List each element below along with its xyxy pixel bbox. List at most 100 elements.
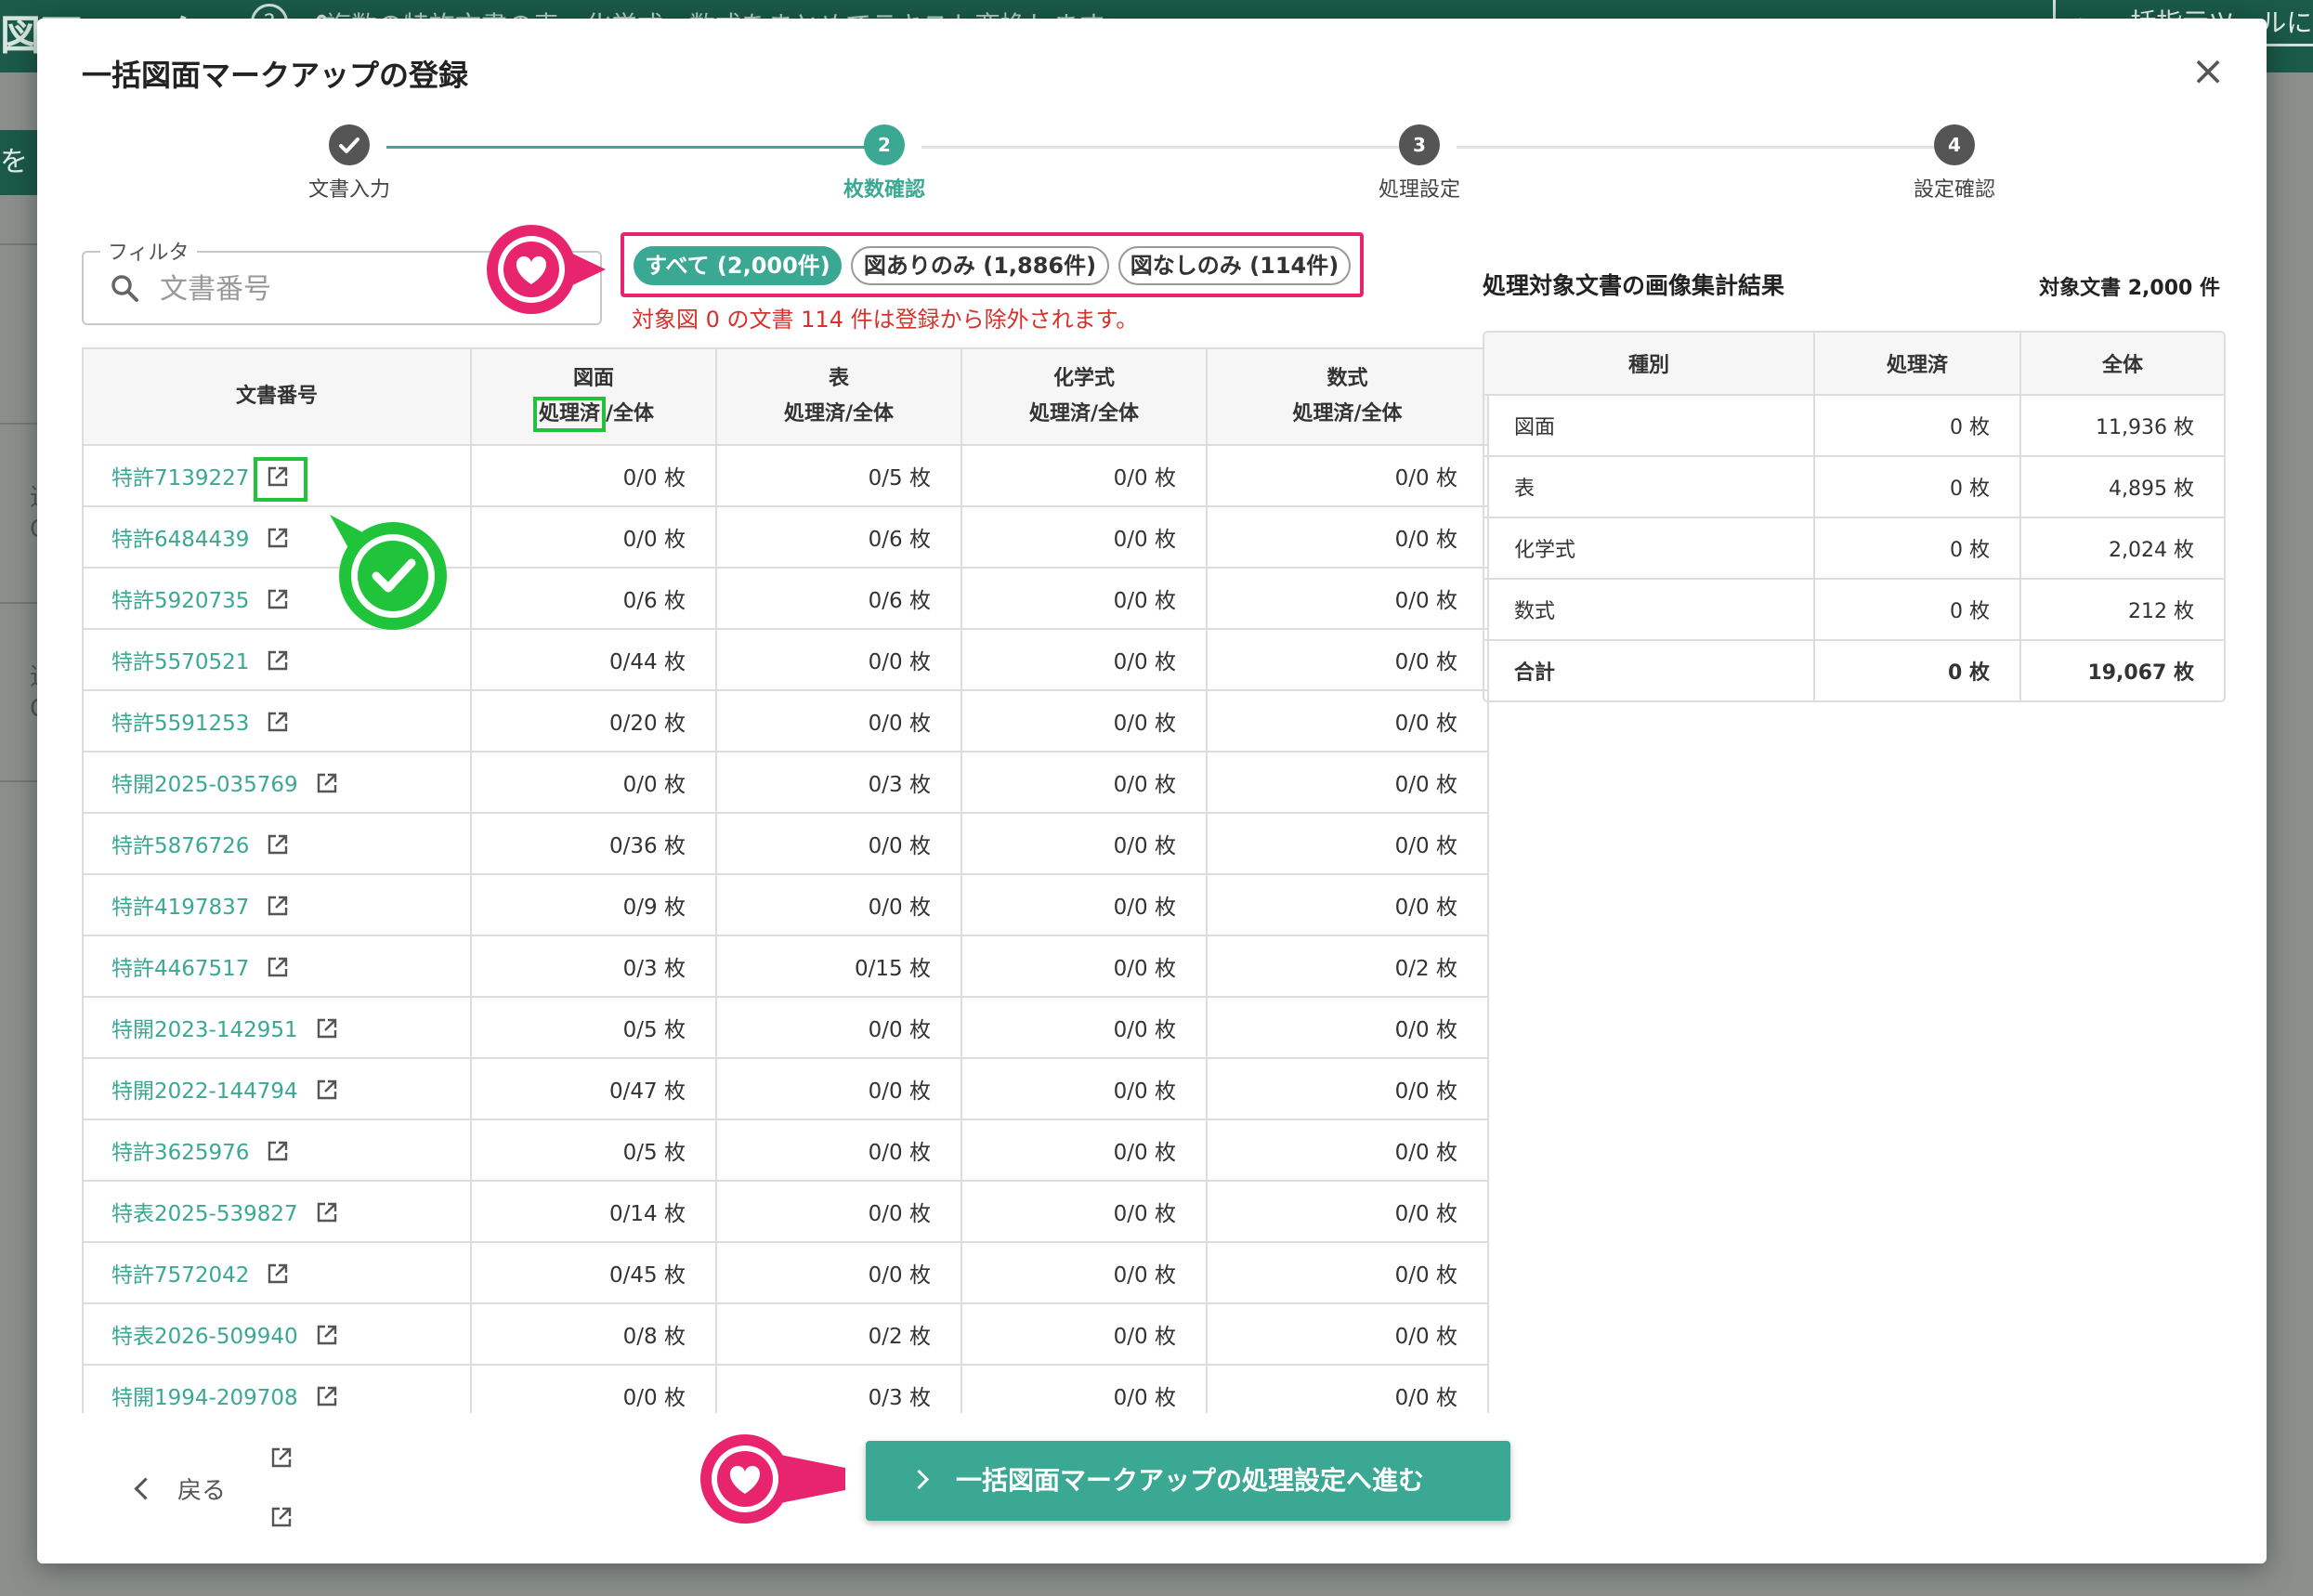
summary-total: 212 枚 xyxy=(2020,579,2224,641)
external-link-icon[interactable] xyxy=(266,955,290,979)
external-link-icon[interactable] xyxy=(266,587,290,611)
document-link[interactable]: 特許3625976 xyxy=(111,1141,249,1165)
external-link-icon[interactable] xyxy=(315,1016,339,1040)
figure-count: 0/14 枚 xyxy=(471,1181,717,1243)
summary-row: 化学式 0 枚 2,024 枚 xyxy=(1484,517,2224,580)
external-link-highlight xyxy=(254,457,307,502)
external-link-icon[interactable] xyxy=(266,832,290,857)
column-header-label: 化学式 xyxy=(1052,367,1115,390)
document-link[interactable]: 特許4197837 xyxy=(111,896,249,920)
table-row: 特表2025-539827 0/14 枚 0/0 枚 0/0 枚 0/0 枚 xyxy=(84,1181,1487,1243)
chevron-right-icon xyxy=(908,1469,930,1490)
figure-count: 0/5 枚 xyxy=(471,1119,717,1182)
table-row: 特許7572042 0/45 枚 0/0 枚 0/0 枚 0/0 枚 xyxy=(84,1242,1487,1304)
document-link[interactable]: 特開2023-142951 xyxy=(111,1018,298,1042)
document-link[interactable]: 特許5920735 xyxy=(111,589,249,613)
external-link-icon[interactable] xyxy=(315,1078,339,1102)
document-link[interactable]: 特許6484439 xyxy=(111,528,249,552)
document-link[interactable]: 特許5876726 xyxy=(111,834,249,858)
step-document-input: 文書入力 xyxy=(238,124,461,203)
document-link[interactable]: 特表2026-509940 xyxy=(111,1325,298,1349)
document-link[interactable]: 特表2025-539827 xyxy=(111,1202,298,1226)
external-link-icon[interactable] xyxy=(266,1262,290,1286)
back-button[interactable]: 戻る xyxy=(134,1468,226,1514)
table-count: 0/0 枚 xyxy=(716,997,962,1059)
summary-total: 11,936 枚 xyxy=(2020,395,2224,457)
document-link[interactable]: 特許7572042 xyxy=(111,1263,249,1288)
step-number: 3 xyxy=(1399,124,1440,165)
document-link[interactable]: 特開1994-209708 xyxy=(111,1386,298,1410)
figure-count: 0/0 枚 xyxy=(471,445,717,507)
math-count: 0/0 枚 xyxy=(1207,690,1487,752)
table-row: 特開1994-209708 0/0 枚 0/3 枚 0/0 枚 0/0 枚 xyxy=(84,1365,1487,1413)
table-count: 0/6 枚 xyxy=(716,506,962,569)
math-count: 0/0 枚 xyxy=(1207,1058,1487,1120)
document-cell: 特許4467517 xyxy=(84,935,472,998)
table-row: 特許5570521 0/44 枚 0/0 枚 0/0 枚 0/0 枚 xyxy=(84,629,1487,691)
summary-table: 種別 処理済 全体 図面 0 枚 11,936 枚表0 枚 4,895 枚化学式 0 枚… xyxy=(1483,331,2226,702)
column-header-document: 文書番号 xyxy=(84,349,472,446)
table-count: 0/0 枚 xyxy=(716,1119,962,1182)
close-icon[interactable]: × xyxy=(2185,50,2231,97)
bulk-registration-modal: 一括図面マークアップの登録 × 文書入力 2 枚数確認 3 処理設定 4 設定確… xyxy=(37,19,2267,1563)
figure-count: 0/36 枚 xyxy=(471,813,717,875)
document-link[interactable]: 特許4467517 xyxy=(111,957,249,981)
document-link[interactable]: 特開2025-035769 xyxy=(111,773,298,797)
column-sublabel: 処理済/全体 xyxy=(1292,402,1403,425)
column-header-figure: 図面 処理済/全体 xyxy=(471,349,717,446)
document-cell: 特表2025-539827 xyxy=(84,1181,472,1243)
table-count: 0/2 枚 xyxy=(716,1303,962,1366)
summary-total: 2,024 枚 xyxy=(2020,517,2224,580)
target-document-count: 対象文書 2,000 件 xyxy=(2039,277,2220,300)
filter-legend: フィルタ xyxy=(100,236,197,266)
external-link-icon[interactable] xyxy=(266,526,290,550)
chemical-count: 0/0 枚 xyxy=(961,506,1208,569)
documents-table: 文書番号 図面 処理済/全体 表 処理済/全体 化学式 処理済/全体 数式 処理… xyxy=(82,347,1489,1413)
math-count: 0/0 枚 xyxy=(1207,1181,1487,1243)
chip-all[interactable]: すべて (2,000件) xyxy=(634,246,842,285)
filter-chip-group: すべて (2,000件) 図ありのみ (1,886件) 図なしのみ (114件) xyxy=(621,232,1364,297)
chip-without-figures[interactable]: 図なしのみ (114件) xyxy=(1118,246,1351,285)
summary-total: 19,067 枚 xyxy=(2087,661,2194,685)
external-link-icon[interactable] xyxy=(315,1323,339,1347)
external-link-icon[interactable] xyxy=(315,1200,339,1224)
external-link-icon[interactable] xyxy=(269,1505,294,1529)
summary-kind: 化学式 xyxy=(1484,517,1815,580)
chemical-count: 0/0 枚 xyxy=(961,1181,1208,1243)
chemical-count: 0/0 枚 xyxy=(961,1365,1208,1413)
document-link[interactable]: 特許7139227 xyxy=(111,466,249,491)
external-link-icon[interactable] xyxy=(266,710,290,734)
external-link-icon[interactable] xyxy=(266,894,290,918)
figure-count: 0/6 枚 xyxy=(471,568,717,630)
document-link[interactable]: 特開2022-144794 xyxy=(111,1079,298,1104)
background-register-button[interactable]: を登 xyxy=(0,130,37,195)
document-cell: 特許5591253 xyxy=(84,690,472,752)
table-row: 特開2022-144794 0/47 枚 0/0 枚 0/0 枚 0/0 枚 xyxy=(84,1058,1487,1120)
column-sublabel: 処理済/全体 xyxy=(1028,402,1140,425)
table-row: 特許4467517 0/3 枚 0/15 枚 0/0 枚 0/2 枚 xyxy=(84,935,1487,998)
table-count: 0/5 枚 xyxy=(716,445,962,507)
chemical-count: 0/0 枚 xyxy=(961,874,1208,936)
chevron-left-icon xyxy=(134,1477,157,1500)
table-count: 0/0 枚 xyxy=(716,874,962,936)
chemical-count: 0/0 枚 xyxy=(961,690,1208,752)
external-link-icon[interactable] xyxy=(266,1139,290,1163)
summary-processed: 0 枚 xyxy=(1814,517,2021,580)
external-link-icon[interactable] xyxy=(269,1446,294,1470)
document-link[interactable]: 特許5570521 xyxy=(111,650,249,674)
table-count: 0/6 枚 xyxy=(716,568,962,630)
chip-with-figures[interactable]: 図ありのみ (1,886件) xyxy=(851,246,1109,285)
column-header-label: 文書番号 xyxy=(235,385,318,408)
external-link-icon[interactable] xyxy=(266,648,290,673)
external-link-icon[interactable] xyxy=(315,1384,339,1408)
document-link[interactable]: 特許5591253 xyxy=(111,712,249,736)
heart-icon xyxy=(487,225,606,314)
math-count: 0/0 枚 xyxy=(1207,874,1487,936)
external-link-icon[interactable] xyxy=(315,771,339,795)
chemical-count: 0/0 枚 xyxy=(961,1058,1208,1120)
proceed-to-settings-button[interactable]: 一括図面マークアップの処理設定へ進む xyxy=(866,1441,1510,1521)
math-count: 0/0 枚 xyxy=(1207,1119,1487,1182)
background-divider xyxy=(0,243,37,245)
background-divider xyxy=(0,423,37,425)
table-count: 0/15 枚 xyxy=(716,935,962,998)
